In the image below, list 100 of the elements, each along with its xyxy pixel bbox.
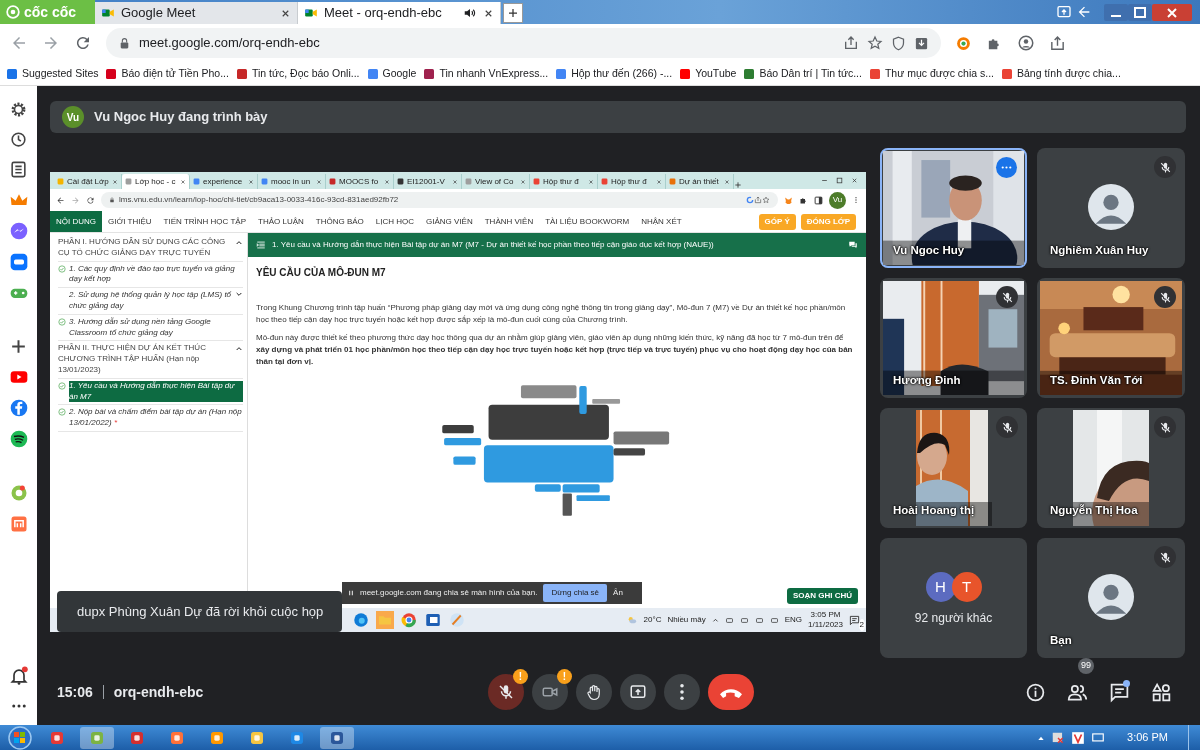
chevron-icon[interactable] (235, 239, 243, 247)
address-bar[interactable]: meet.google.com/orq-endh-ebc (106, 28, 941, 58)
microphone-button[interactable] (488, 674, 524, 710)
start-button[interactable] (6, 725, 34, 750)
close-icon[interactable] (851, 177, 858, 184)
menu-tab[interactable]: GIẢNG VIÊN (420, 211, 479, 232)
menu-tab[interactable]: TIẾN TRÌNH HỌC TẬP (157, 211, 252, 232)
raise-hand-button[interactable] (576, 674, 612, 710)
notification-icon[interactable] (849, 614, 860, 626)
document-icon[interactable] (329, 729, 345, 746)
menu-tab[interactable]: THÀNH VIÊN (478, 211, 540, 232)
menu-tab[interactable]: THÔNG BÁO (309, 211, 370, 232)
profile-icon[interactable] (1017, 34, 1035, 52)
firefox-icon[interactable] (169, 729, 185, 746)
present-button[interactable] (620, 674, 656, 710)
google-icon[interactable] (746, 196, 754, 204)
messenger-icon[interactable] (8, 221, 29, 241)
flag-icon[interactable] (1051, 730, 1066, 745)
more-options-button[interactable] (664, 674, 700, 710)
bookmark-link[interactable]: Thư mục được chia s... (868, 65, 994, 82)
lesson-link[interactable]: 2. Sử dụng hệ thống quản lý học tập (LMS) tổ chức giảng dạy (69, 290, 232, 312)
add-icon[interactable] (9, 337, 28, 356)
app-icon[interactable] (49, 729, 65, 746)
menu-tab[interactable]: NỘI DUNG (50, 211, 102, 232)
reload-icon[interactable] (86, 195, 95, 205)
bookmark-link[interactable]: Báo Dân trí | Tin tức... (743, 65, 862, 82)
list-icon[interactable] (9, 160, 28, 179)
lesson-link[interactable]: 1. Các quy định về đào tạo trực tuyến và giảng dạy kết hợp (69, 263, 243, 286)
browser-icon[interactable] (352, 611, 370, 629)
settings-icon[interactable] (9, 100, 28, 119)
reload-icon[interactable] (74, 34, 92, 52)
bookmark-link[interactable]: Suggested Sites (6, 65, 99, 82)
chat-app-icon[interactable] (8, 252, 29, 272)
extensions-icon[interactable] (799, 195, 808, 205)
section-title[interactable]: PHẦN I. HƯỚNG DẪN SỬ DỤNG CÁC CÔNG CỤ TỔ CHỨC GIẢNG DẠY TRỰC TUYẾN (58, 237, 231, 259)
browser-icon[interactable] (289, 729, 305, 746)
antivirus-icon[interactable] (1071, 730, 1086, 745)
new-tab-button[interactable] (503, 3, 523, 23)
menu-tab[interactable]: TÀI LIỆU BOOKWORM (539, 211, 636, 232)
hide-link[interactable]: Ẩn (613, 587, 623, 599)
share-icon[interactable] (843, 35, 859, 51)
share-icon[interactable] (754, 196, 762, 204)
leave-call-button[interactable] (708, 674, 754, 710)
chrome-icon[interactable] (400, 611, 418, 629)
bookmark-link[interactable]: Hộp thư đến (266) -... (555, 65, 673, 82)
maximize-button[interactable] (1128, 4, 1152, 21)
chevron-icon[interactable] (235, 290, 243, 299)
app-icon[interactable] (129, 729, 145, 746)
player-icon[interactable] (209, 729, 225, 746)
back-icon[interactable] (1076, 4, 1092, 20)
language-indicator[interactable]: ENG (784, 614, 802, 626)
document-icon[interactable] (424, 611, 442, 629)
bookmark-link[interactable]: Tin nhanh VnExpress... (423, 65, 549, 82)
new-tab-icon[interactable] (734, 181, 742, 189)
menu-tab[interactable]: LỊCH HỌC (369, 211, 421, 232)
browser-tab[interactable]: Google Meet (95, 2, 298, 24)
write-note-button[interactable]: SOẠN GHI CHÚ (786, 588, 858, 604)
minimize-icon[interactable] (821, 177, 828, 184)
forward-icon[interactable] (42, 34, 60, 52)
lesson-link[interactable]: 1. Yêu cầu và Hướng dẫn thực hiện Bài tập dự án M7 (69, 380, 243, 403)
browser-tab[interactable]: Lớp học - c (122, 174, 190, 189)
minimize-button[interactable] (1104, 4, 1128, 21)
chevron-icon[interactable] (711, 616, 719, 624)
notification-bell-icon[interactable] (8, 666, 29, 686)
menu-tab[interactable]: GIỚI THIỆU (102, 211, 158, 232)
monitor-icon[interactable] (1091, 730, 1106, 745)
music-icon[interactable] (8, 429, 29, 449)
fox-icon[interactable] (784, 195, 793, 205)
menu-icon[interactable] (852, 196, 860, 204)
history-icon[interactable] (9, 130, 28, 149)
back-icon[interactable] (56, 195, 65, 205)
bookmark-link[interactable]: YouTube (679, 65, 737, 82)
screenshot-icon[interactable] (1056, 4, 1072, 20)
bookmark-star-icon[interactable] (867, 35, 883, 51)
lesson-link[interactable]: 2. Nộp bài và chấm điểm bài tập dự án (Hạn nộp 13/01/2022) * (69, 407, 243, 429)
browser-icon[interactable] (89, 729, 105, 746)
sidebar-icon[interactable] (814, 195, 823, 205)
close-button[interactable] (1152, 4, 1192, 21)
profile-avatar[interactable]: Vu (829, 191, 846, 209)
browser-tab[interactable]: Meet - orq-endh-ebc (298, 2, 501, 24)
menu-tab[interactable]: THẢO LUẬN (252, 211, 310, 232)
stop-sharing-button[interactable]: Dừng chia sẻ (543, 584, 608, 602)
bookmark-link[interactable]: Google (366, 65, 417, 82)
maximize-icon[interactable] (836, 177, 843, 184)
keyboard-icon[interactable] (769, 615, 779, 625)
extension-icon[interactable] (955, 34, 972, 52)
section-title[interactable]: PHẦN II. THỰC HIỆN DỰ ÁN KẾT THÚC CHƯƠNG TRÌNH TẬP HUẤN (Hạn nộp 13/01/2023) (58, 343, 231, 376)
camera-button[interactable] (532, 674, 568, 710)
bookmark-star-icon[interactable] (762, 196, 770, 204)
tab-title: EI12001-V (407, 175, 446, 188)
shield-icon[interactable] (891, 35, 906, 51)
social-icon[interactable] (8, 398, 29, 418)
folder-icon[interactable] (249, 729, 265, 746)
menu-tab[interactable]: NHẬN XÉT (635, 211, 688, 232)
bookmark-link[interactable]: Tin tức, Đọc báo Onli... (235, 65, 360, 82)
bookmark-link[interactable]: Báo điện tử Tiền Pho... (105, 65, 229, 82)
lesson-link[interactable]: 3. Hướng dẫn sử dụng nền tảng Google Classroom tổ chức giảng dạy (69, 316, 243, 339)
bookmark-link[interactable]: Bảng tính được chia... (1001, 65, 1121, 82)
address-bar[interactable]: lms.vnu.edu.vn/learn/lop-hoc/chi-tiet/cb9aca13-0033-416c-93cd-831aed92fb72 (101, 192, 778, 208)
chat-icon[interactable] (848, 240, 858, 250)
